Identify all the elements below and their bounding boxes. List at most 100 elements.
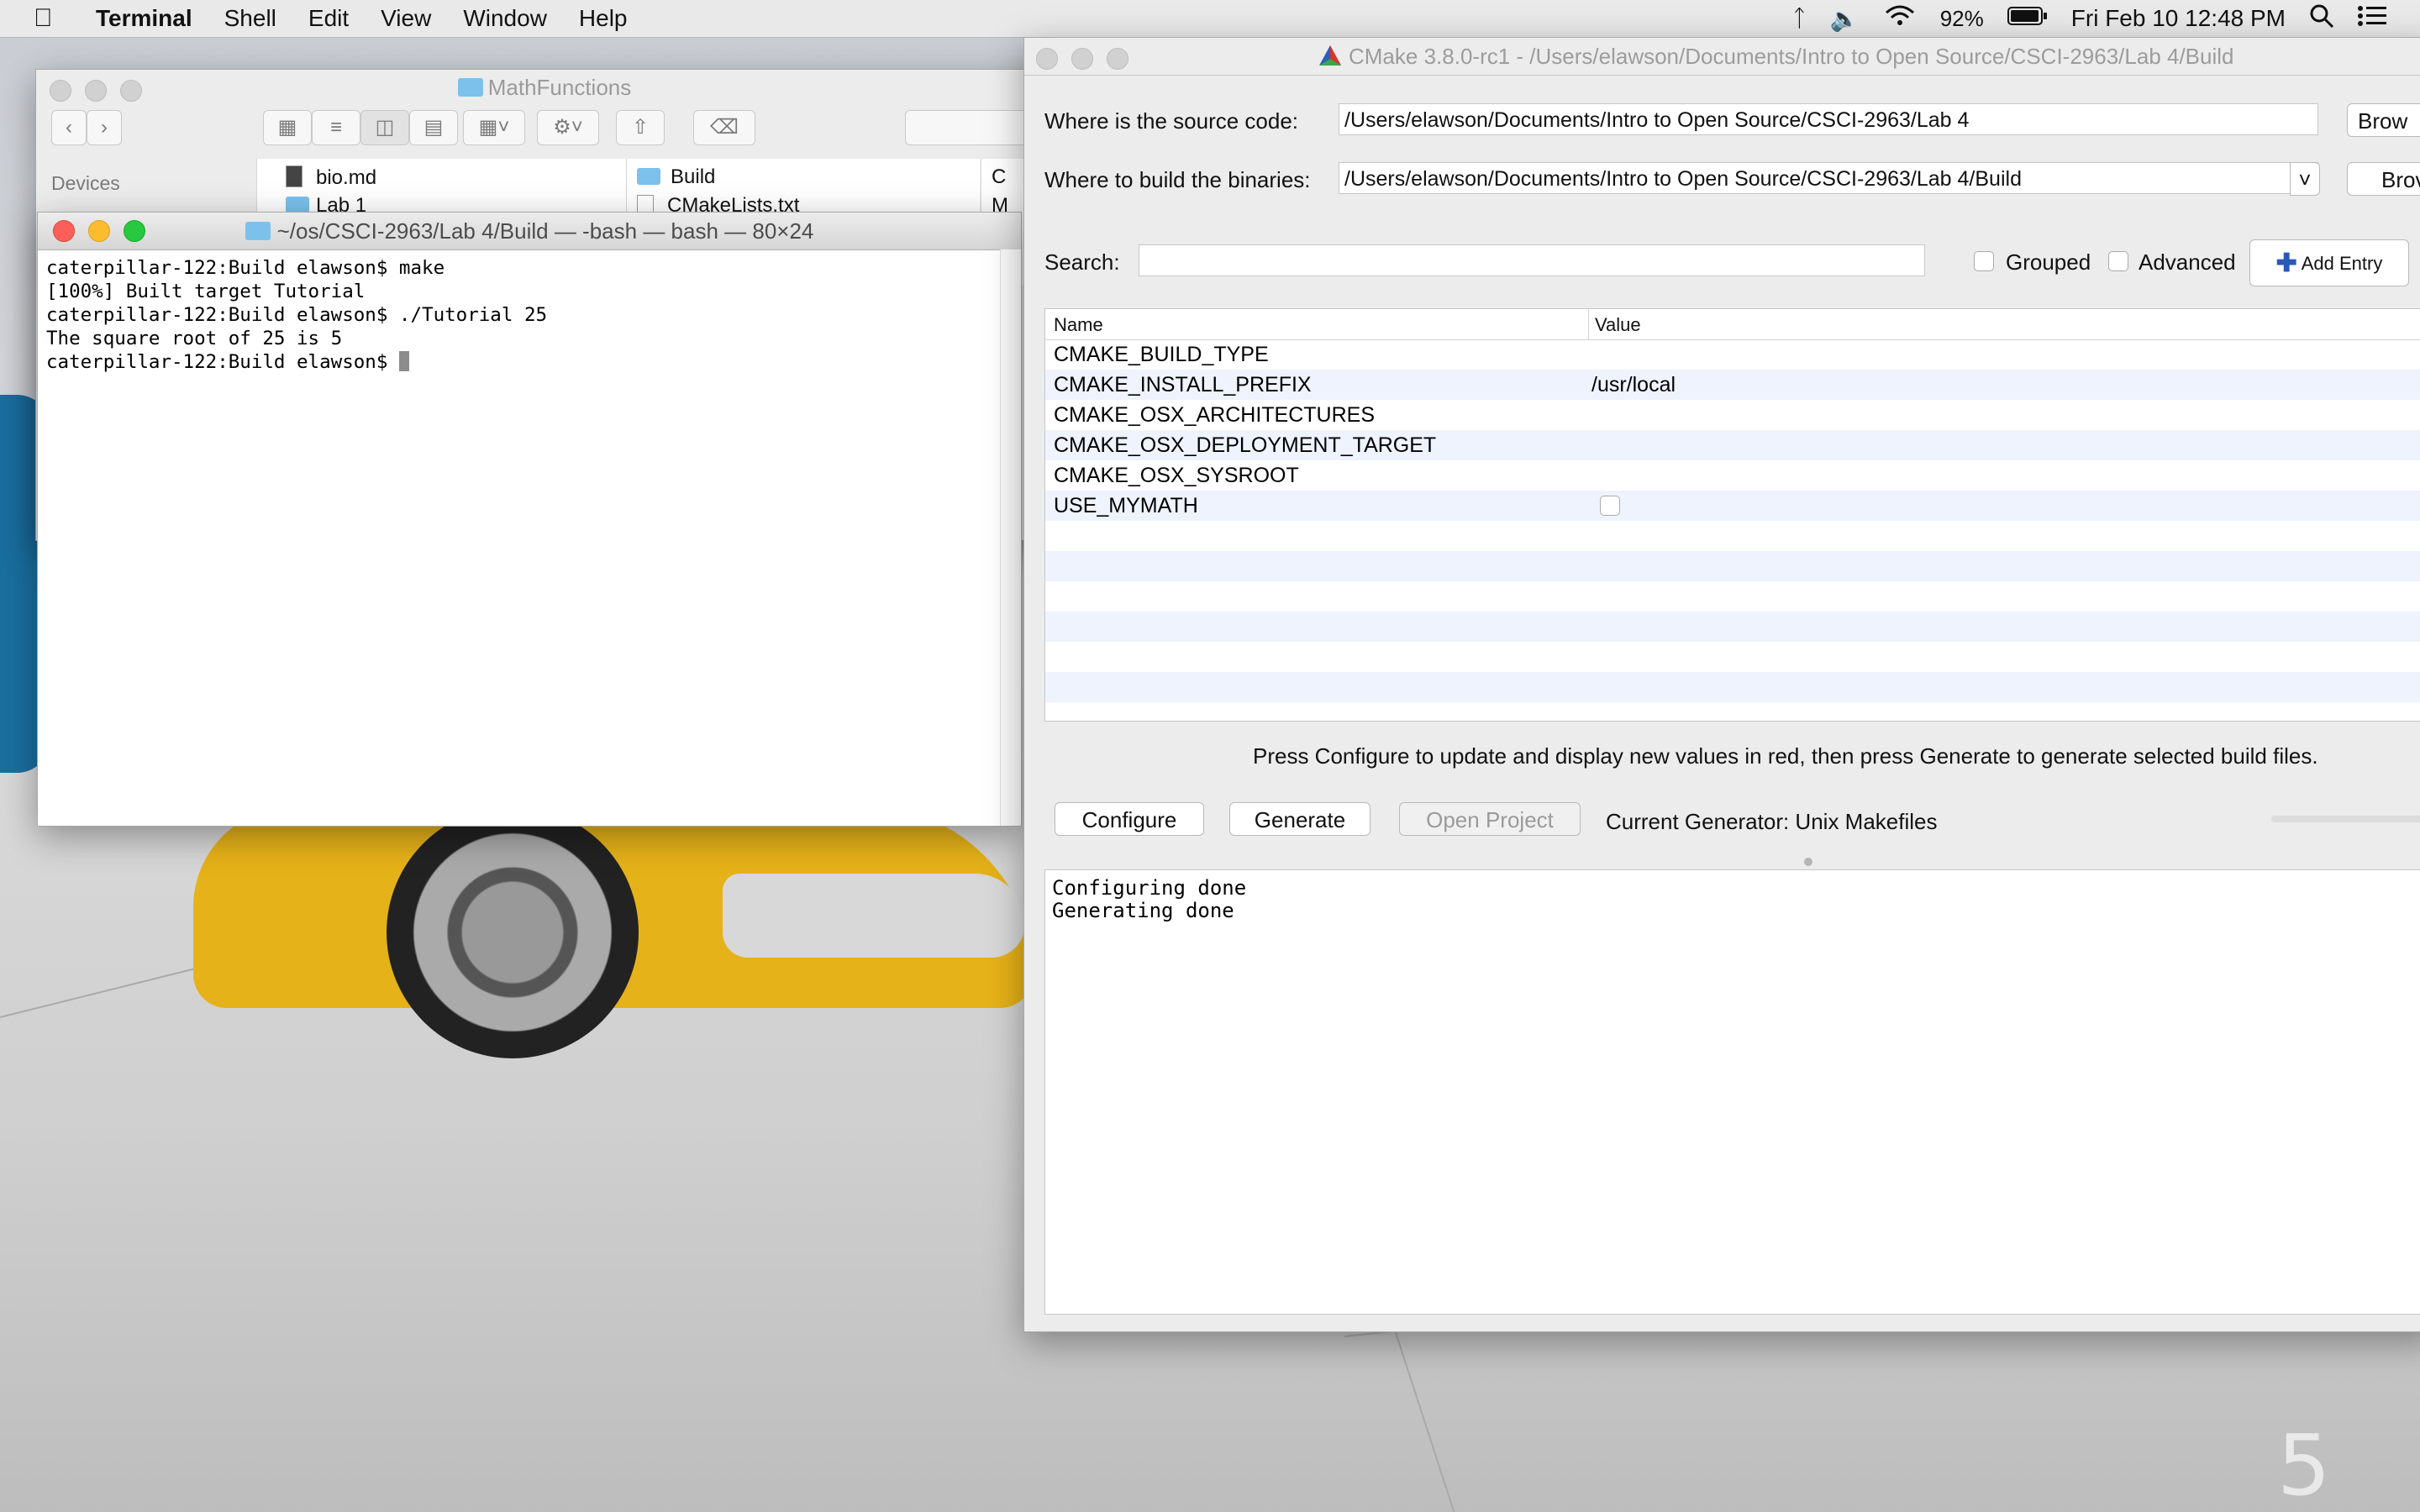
- notification-center-icon[interactable]: [2358, 5, 2386, 33]
- open-project-button[interactable]: Open Project: [1399, 802, 1581, 836]
- terminal-line: [100%] Built target Tutorial: [46, 281, 366, 302]
- entry-name: CMAKE_BUILD_TYPE: [1054, 343, 1269, 366]
- cmake-window: CMake 3.8.0-rc1 - /Users/elawson/Documen…: [1023, 37, 2420, 1332]
- arrange-button[interactable]: ▦˅: [463, 110, 525, 145]
- folder-icon: [637, 168, 660, 185]
- terminal-prompt: caterpillar-122:Build elawson$: [46, 351, 399, 373]
- terminal-line: The square root of 25 is 5: [46, 328, 343, 349]
- file-name: Build: [671, 165, 716, 188]
- generate-button[interactable]: Generate: [1229, 802, 1370, 836]
- advanced-label: Advanced: [2139, 249, 2236, 275]
- search-label: Search:: [1044, 249, 1120, 275]
- search-input[interactable]: [1139, 244, 1925, 276]
- battery-percent[interactable]: 92%: [1940, 6, 1984, 32]
- menu-shell[interactable]: Shell: [224, 5, 276, 32]
- forward-button[interactable]: ›: [87, 110, 122, 145]
- cover-flow-button[interactable]: ▤: [409, 110, 458, 145]
- splitter-handle[interactable]: [1804, 858, 1812, 866]
- binaries-label: Where to build the binaries:: [1044, 167, 1311, 192]
- column-view-button[interactable]: ◫: [360, 110, 409, 145]
- entry-name: USE_MYMATH: [1054, 494, 1198, 517]
- binaries-path-input[interactable]: /Users/elawson/Documents/Intro to Open S…: [1339, 162, 2318, 194]
- file-name: bio.md: [316, 166, 377, 189]
- add-entry-label: Add Entry: [2301, 253, 2383, 274]
- terminal-prompt-line: caterpillar-122:Build elawson$: [46, 350, 996, 374]
- close-button[interactable]: [1036, 48, 1058, 70]
- output-text: Configuring done Generating done: [1052, 877, 1246, 922]
- empty-row: [1045, 672, 2420, 702]
- entry-name: CMAKE_OSX_ARCHITECTURES: [1054, 403, 1376, 427]
- zoom-button[interactable]: [1107, 48, 1128, 70]
- table-row[interactable]: USE_MYMATH: [1045, 491, 2420, 521]
- status-area: ᛏ 🔈 92% Fri Feb 10 12:48 PM: [1792, 0, 2386, 37]
- entry-name: CMAKE_OSX_SYSROOT: [1054, 464, 1299, 487]
- empty-row: [1045, 642, 2420, 672]
- table-row[interactable]: CMAKE_BUILD_TYPE: [1045, 339, 2420, 370]
- grouped-checkbox[interactable]: [1974, 251, 1994, 271]
- apple-icon[interactable]: : [34, 4, 62, 33]
- source-label: Where is the source code:: [1044, 108, 1299, 134]
- chevron-down-icon[interactable]: ˅: [2290, 162, 2320, 196]
- empty-row: [1045, 521, 2420, 551]
- menu-window[interactable]: Window: [463, 5, 547, 32]
- minimize-button[interactable]: [1071, 48, 1093, 70]
- action-gear-button[interactable]: ⚙˅: [537, 110, 599, 145]
- use-mymath-checkbox[interactable]: [1600, 496, 1620, 516]
- terminal-output[interactable]: caterpillar-122:Build elawson$ make [100%…: [46, 256, 996, 374]
- terminal-titlebar[interactable]: ~/os/CSCI-2963/Lab 4/Build — -bash — bas…: [38, 213, 1021, 250]
- folder-icon: [245, 222, 271, 240]
- cmake-titlebar[interactable]: CMake 3.8.0-rc1 - /Users/elawson/Documen…: [1024, 38, 2420, 76]
- list-item[interactable]: C: [992, 165, 1006, 189]
- menu-app-terminal[interactable]: Terminal: [96, 5, 192, 32]
- volume-icon[interactable]: 🔈: [1830, 5, 1860, 33]
- plus-icon: ✚: [2275, 249, 2297, 277]
- entry-value[interactable]: /usr/local: [1591, 370, 1676, 400]
- empty-row: [1045, 581, 2420, 612]
- terminal-line: caterpillar-122:Build elawson$ make: [46, 257, 445, 279]
- source-path-input[interactable]: /Users/elawson/Documents/Intro to Open S…: [1339, 103, 2318, 135]
- finder-title: MathFunctions: [36, 75, 1053, 101]
- wifi-icon[interactable]: [1883, 4, 1917, 34]
- back-button[interactable]: ‹: [51, 110, 87, 145]
- menu-help[interactable]: Help: [579, 5, 628, 32]
- table-header: Name Value: [1045, 309, 2420, 340]
- battery-icon[interactable]: [2007, 5, 2048, 32]
- clock[interactable]: Fri Feb 10 12:48 PM: [2071, 5, 2286, 32]
- finder-title-text: MathFunctions: [487, 75, 632, 100]
- folder-icon: [286, 197, 309, 213]
- list-item[interactable]: bio.md: [286, 165, 376, 190]
- menu-bar:  Terminal Shell Edit View Window Help ᛏ…: [0, 0, 2420, 38]
- advanced-checkbox[interactable]: [2108, 251, 2128, 271]
- column-header-name[interactable]: Name: [1054, 314, 1103, 336]
- table-row[interactable]: CMAKE_INSTALL_PREFIX/usr/local: [1045, 370, 2420, 400]
- spotlight-search-icon[interactable]: [2309, 3, 2334, 34]
- empty-row: [1045, 612, 2420, 642]
- folder-icon: [457, 78, 483, 97]
- progress-bar: [2271, 816, 2420, 822]
- cmake-logo-icon: [1318, 45, 1342, 72]
- menu-edit[interactable]: Edit: [308, 5, 349, 32]
- browse-build-button[interactable]: Brov: [2347, 162, 2420, 196]
- browse-source-button[interactable]: Brow: [2347, 103, 2420, 137]
- terminal-title: ~/os/CSCI-2963/Lab 4/Build — -bash — bas…: [38, 218, 1021, 244]
- car-wheel: [387, 806, 639, 1058]
- cmake-title-text: CMake 3.8.0-rc1 - /Users/elawson/Documen…: [1349, 44, 2234, 69]
- menu-view[interactable]: View: [381, 5, 431, 32]
- configure-hint: Press Configure to update and display ne…: [1253, 743, 2318, 769]
- share-button[interactable]: ⇧: [616, 110, 665, 145]
- add-entry-button[interactable]: ✚ Add Entry: [2249, 239, 2409, 286]
- output-log[interactable]: Configuring done Generating done: [1044, 869, 2420, 1315]
- tags-button[interactable]: ⌫: [693, 110, 755, 145]
- configure-button[interactable]: Configure: [1055, 802, 1204, 836]
- list-item[interactable]: Build: [637, 165, 715, 189]
- table-row[interactable]: CMAKE_OSX_DEPLOYMENT_TARGET: [1045, 430, 2420, 460]
- terminal-scrollbar[interactable]: [1000, 249, 1021, 826]
- cmake-window-controls: [1036, 48, 1128, 70]
- bluetooth-icon[interactable]: ᛏ: [1792, 5, 1807, 32]
- entry-name: CMAKE_OSX_DEPLOYMENT_TARGET: [1054, 433, 1437, 457]
- icon-view-button[interactable]: ▦: [263, 110, 312, 145]
- table-row[interactable]: CMAKE_OSX_SYSROOT: [1045, 460, 2420, 491]
- table-row[interactable]: CMAKE_OSX_ARCHITECTURES: [1045, 400, 2420, 430]
- list-view-button[interactable]: ≡: [312, 110, 360, 145]
- column-header-value[interactable]: Value: [1595, 314, 1641, 336]
